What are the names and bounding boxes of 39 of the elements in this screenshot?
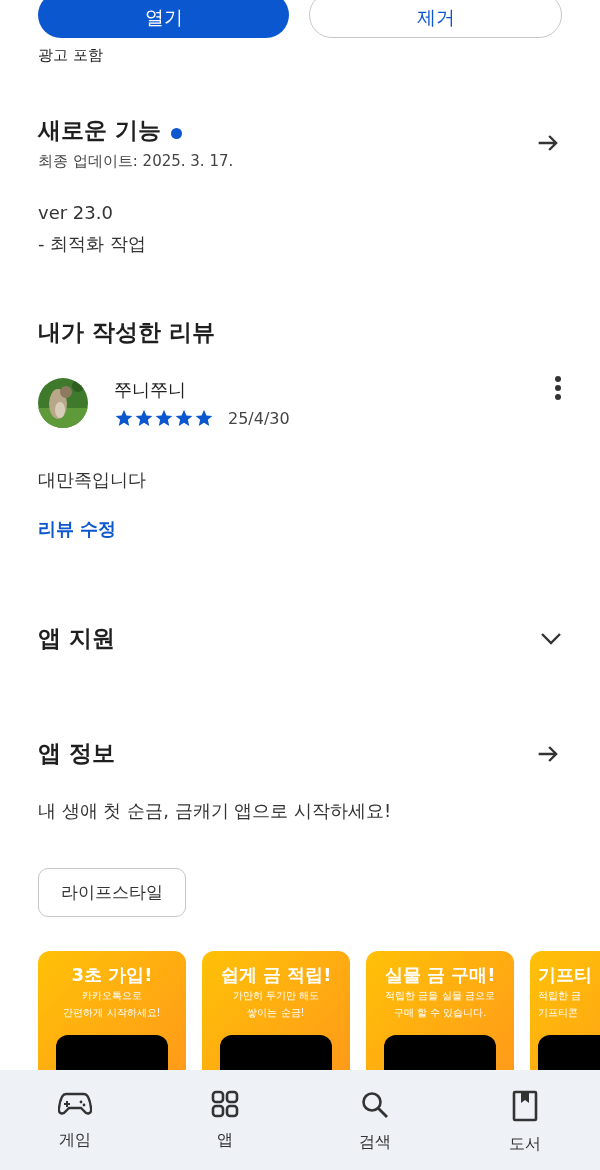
screenshot-caption: 쌓이는 순금!	[247, 1006, 305, 1020]
gamepad-icon	[58, 1090, 92, 1118]
section-title: 앱 정보	[38, 739, 115, 768]
section-title: 내가 작성한 리뷰	[38, 318, 216, 347]
search-icon	[360, 1090, 390, 1120]
review-date: 25/4/30	[228, 408, 290, 428]
screenshot-headline: 쉽게 금 적립!	[220, 963, 332, 987]
screenshot-caption: 카카오톡으로	[82, 989, 142, 1003]
review-text: 대만족입니다	[38, 468, 147, 492]
more-options-icon[interactable]	[554, 375, 562, 401]
bookmark-book-icon	[512, 1090, 538, 1122]
app-description: 내 생애 첫 순금, 금캐기 앱으로 시작하세요!	[38, 799, 393, 823]
nav-tab[interactable]: 검색	[300, 1070, 450, 1170]
screenshot-caption: 간편하게 시작하세요!	[63, 1006, 161, 1020]
release-note: - 최적화 작업	[38, 232, 147, 256]
edit-review-link[interactable]: 리뷰 수정	[38, 517, 117, 541]
chevron-down-icon[interactable]	[540, 631, 562, 646]
screenshot-caption: 적립한 금을 실물 금으로	[385, 989, 495, 1003]
category-chip[interactable]: 라이프스타일	[38, 868, 186, 917]
section-title: 앱 지원	[38, 624, 115, 653]
screenshot-headline: 기프티	[538, 963, 592, 987]
screenshot-caption: 가만히 두기만 해도	[232, 989, 320, 1003]
ads-note: 광고 포함	[38, 46, 103, 65]
nav-tab[interactable]: 게임	[0, 1070, 150, 1170]
nav-tab[interactable]: 앱	[150, 1070, 300, 1170]
screenshot-caption: 기프티콘	[538, 1006, 578, 1020]
screenshot-headline: 3초 가입!	[71, 963, 153, 987]
update-date: 최종 업데이트: 2025. 3. 17.	[38, 152, 234, 171]
new-dot-icon	[171, 128, 182, 139]
nav-tab[interactable]: 도서	[450, 1070, 600, 1170]
screenshot-caption: 구매 할 수 있습니다.	[393, 1006, 487, 1020]
section-title: 새로운 기능	[38, 117, 161, 143]
apps-grid-icon	[211, 1090, 239, 1118]
screenshot-headline: 실물 금 구매!	[384, 963, 496, 987]
open-button[interactable]: 열기	[38, 0, 289, 38]
release-note: ver 23.0	[38, 201, 114, 225]
reviewer-name: 쭈니쭈니	[114, 378, 187, 402]
uninstall-button[interactable]: 제거	[309, 0, 562, 38]
screenshot-caption: 적립한 금	[538, 989, 582, 1003]
